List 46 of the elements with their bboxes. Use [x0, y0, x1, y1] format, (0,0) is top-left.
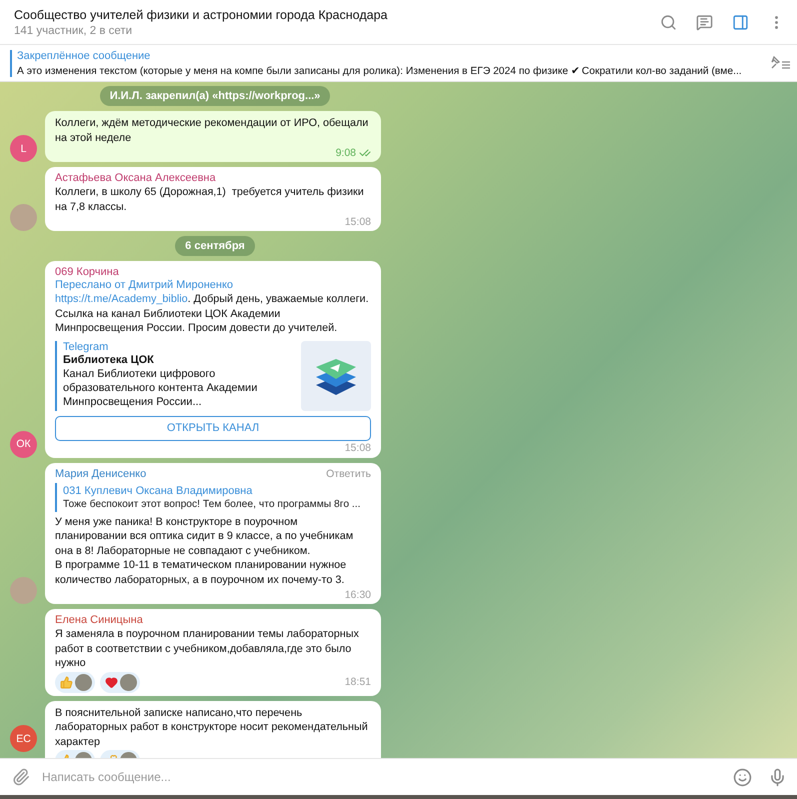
- preview-description: Канал Библиотеки цифрового образовательного контента Академии Минпросвещения России...: [63, 366, 258, 408]
- avatar[interactable]: ОК: [10, 430, 37, 458]
- reactor-avatar: [75, 674, 92, 690]
- message-time: 9:08: [336, 146, 356, 158]
- pinned-message[interactable]: Закреплённое сообщение А это изменения текстом (которые у меня на компе были записаны для ролика): Изменения в ЕГЭ 2024 по физике ✔ Сократили кол-во заданий (вме...: [10, 50, 742, 76]
- message-text: Я заменяла в поурочном планировании темы лабораторных работ в соответствии с учебником,добавляла,где это было нужно: [55, 627, 360, 670]
- reaction-chip[interactable]: [100, 672, 140, 692]
- avatar[interactable]: L: [10, 135, 37, 162]
- reply-author: 031 Куплевич Оксана Владимировна: [63, 484, 254, 496]
- emoji-icon[interactable]: [733, 768, 752, 786]
- message-time: 15:08: [344, 216, 371, 228]
- pinned-text: А это изменения текстом (которые у меня на компе были записаны для ролика): Изменения в ЕГЭ 2024 по физике ✔ Сократили кол-во заданий (вме...: [17, 64, 742, 76]
- thumbs-up-icon: [60, 676, 73, 688]
- avatar[interactable]: ЕС: [10, 725, 37, 752]
- heart-icon: [105, 676, 118, 688]
- attach-icon[interactable]: [12, 768, 30, 786]
- pinned-label: Закреплённое сообщение: [17, 50, 152, 62]
- message-time: 15:08: [344, 442, 371, 454]
- sender-name[interactable]: Елена Синицына: [55, 614, 143, 626]
- date-separator: 6 сентября: [175, 236, 255, 256]
- open-channel-button[interactable]: ОТКРЫТЬ КАНАЛ: [55, 416, 371, 440]
- reactor-avatar: [120, 674, 137, 690]
- pin-list-icon[interactable]: [769, 55, 791, 71]
- reply-link[interactable]: Ответить: [326, 468, 371, 480]
- message-text: У меня уже паника! В конструкторе в поурочном планировании вся оптика сидит в 9 классе, а по учебникам она в 8! Лабораторные не совпадают с учебником. В программе 10-11 в тематическом планировании нужное количество лабораторных, а в поурочном их почему-то 3.: [55, 514, 354, 587]
- sender-name[interactable]: 069 Корчина: [55, 266, 119, 278]
- sender-name[interactable]: Мария Денисенко: [55, 468, 146, 480]
- reply-quote[interactable]: 031 Куплевич Оксана Владимировна Тоже беспокоит этот вопрос! Тем более, что программы 8го ...: [55, 482, 371, 512]
- message-time: 16:30: [344, 588, 371, 600]
- message-text: https://t.me/Academy_biblio. Добрый день, уважаемые коллеги. Ссылка на канал Библиотеки ЦОК Академии Минпросвещения России. Просим довести до учителей.: [55, 292, 370, 336]
- preview-site: Telegram: [63, 340, 110, 352]
- reply-text: Тоже беспокоит этот вопрос! Тем более, что программы 8го ...: [63, 498, 362, 510]
- reaction-chip[interactable]: [55, 672, 95, 692]
- sender-name[interactable]: Астафьева Оксана Алексеевна: [55, 172, 216, 184]
- message-time: 18:51: [344, 676, 371, 688]
- message-text: В пояснительной записке написано,что перечень лабораторных работ в конструкторе носит рекомендательный характер: [55, 706, 369, 749]
- preview-title: Библиотека ЦОК: [63, 354, 155, 366]
- forwarded-label: Переслано от Дмитрий Мироненко: [55, 279, 234, 291]
- microphone-icon[interactable]: [768, 768, 787, 786]
- member-count: 141 участник, 2 в сети: [14, 24, 134, 36]
- message-text: Коллеги, ждём методические рекомендации от ИРО, обещали на этой неделе: [55, 116, 370, 145]
- message-link[interactable]: https://t.me/Academy_biblio: [55, 293, 188, 305]
- message-text: Коллеги, в школу 65 (Дорожная,1) требуется учитель физики на 7,8 классы.: [55, 185, 365, 214]
- service-message: И.И.Л. закрепил(а) «https://workprog...»: [100, 86, 330, 106]
- link-preview[interactable]: Telegram Библиотека ЦОК Канал Библиотеки цифрового образовательного контента Академии Минпросвещения России...: [55, 340, 295, 410]
- chat-title: Сообщество учителей физики и астрономии города Краснодара: [14, 8, 388, 22]
